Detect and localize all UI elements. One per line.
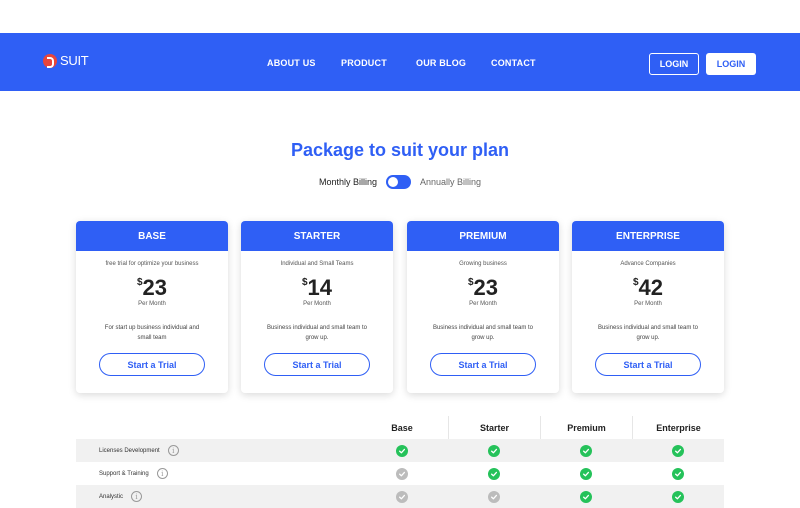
plan-name: ENTERPRISE [572,221,724,251]
column-header-enterprise: Enterprise [632,416,724,439]
plan-card-starter: STARTER Individual and Small Teams $14 P… [241,221,393,393]
currency-symbol: $ [136,277,143,288]
price-amount: 23 [142,275,168,300]
nav-link-contact[interactable]: CONTACT [491,58,536,68]
table-row: Support & Training i [76,462,724,485]
check-excluded-icon [488,490,500,503]
plan-subtitle: Growing business [459,261,507,267]
plan-price: $14 [241,275,393,301]
cell-enterprise [632,439,724,462]
info-icon[interactable]: i [167,445,179,456]
cell-base [356,462,448,485]
plan-description: For start up business individual and sma… [104,325,200,341]
plan-price: $42 [572,275,724,301]
cell-starter [448,485,540,508]
plan-period: Per Month [469,301,497,307]
start-trial-button[interactable]: Start a Trial [99,353,205,376]
cell-premium [540,462,632,485]
cell-premium [540,485,632,508]
plan-subtitle: Individual and Small Teams [280,261,354,267]
feature-label: Support & Training [99,470,149,477]
currency-symbol: $ [301,277,308,288]
plan-description: Business individual and small team to gr… [597,325,699,341]
plan-description: Business individual and small team to gr… [432,325,534,341]
info-icon[interactable]: i [131,491,143,502]
feature-label: Analystic [99,493,124,500]
cell-starter [448,439,540,462]
start-trial-button[interactable]: Start a Trial [430,353,536,376]
check-included-icon [396,444,408,457]
column-header-premium: Premium [540,416,632,439]
currency-symbol: $ [467,277,474,288]
feature-comparison-table: Base Starter Premium Enterprise Licenses… [76,416,724,508]
cell-enterprise [632,462,724,485]
check-included-icon [580,490,592,503]
toggle-knob [387,177,398,187]
plan-card-enterprise: ENTERPRISE Advance Companies $42 Per Mon… [572,221,724,393]
check-included-icon [488,467,500,480]
price-amount: 14 [307,275,333,300]
plan-subtitle: free trial for optimize your business [105,261,199,267]
currency-symbol: $ [632,277,639,288]
check-included-icon [580,467,592,480]
plan-subtitle: Advance Companies [620,261,676,267]
check-excluded-icon [396,467,408,480]
feature-label: Licenses Development [99,447,160,454]
plan-period: Per Month [634,301,662,307]
table-row: Licenses Development i [76,439,724,462]
cell-base [356,439,448,462]
check-included-icon [672,444,684,457]
plan-price: $23 [407,275,559,301]
top-navbar: SUIT ABOUT US PRODUCT OUR BLOG CONTACT L… [0,33,800,91]
nav-link-our-blog[interactable]: OUR BLOG [416,58,466,68]
nav-link-about-us[interactable]: ABOUT US [267,58,316,68]
plan-card-base: BASE free trial for optimize your busine… [76,221,228,393]
check-included-icon [672,490,684,503]
plan-price: $23 [76,275,228,301]
cell-premium [540,439,632,462]
price-amount: 23 [473,275,499,300]
billing-switch: Monthly Billing Annually Billing [0,175,800,189]
page-title: Package to suit your plan [290,140,510,160]
cell-base [356,485,448,508]
check-included-icon [488,444,500,457]
cell-starter [448,462,540,485]
login-outline-button[interactable]: LOGIN [649,53,699,75]
plan-description: Business individual and small team to gr… [266,325,368,341]
plan-period: Per Month [138,301,166,307]
cell-enterprise [632,485,724,508]
price-amount: 42 [638,275,664,300]
column-header-base: Base [391,422,413,433]
feature-name: Support & Training i [99,462,168,485]
info-icon[interactable]: i [156,468,168,479]
plan-period: Per Month [303,301,331,307]
plan-name: PREMIUM [407,221,559,251]
column-header-starter: Starter [448,416,540,439]
login-solid-button[interactable]: LOGIN [706,53,756,75]
start-trial-button[interactable]: Start a Trial [595,353,701,376]
feature-name: Licenses Development i [99,439,179,462]
billing-toggle[interactable] [385,175,411,189]
nav-link-product[interactable]: PRODUCT [341,58,387,68]
check-included-icon [580,444,592,457]
check-excluded-icon [396,490,408,503]
start-trial-button[interactable]: Start a Trial [264,353,370,376]
table-body: Licenses Development i Support & Training i… [76,439,724,508]
feature-name: Analystic i [99,485,143,508]
check-included-icon [672,467,684,480]
annually-billing-label[interactable]: Annually Billing [420,177,481,187]
plan-card-premium: PREMIUM Growing business $23 Per Month B… [407,221,559,393]
plan-name: BASE [76,221,228,251]
monthly-billing-label[interactable]: Monthly Billing [319,177,377,187]
table-header-row: Base Starter Premium Enterprise [76,416,724,439]
plan-name: STARTER [241,221,393,251]
table-row: Analystic i [76,485,724,508]
